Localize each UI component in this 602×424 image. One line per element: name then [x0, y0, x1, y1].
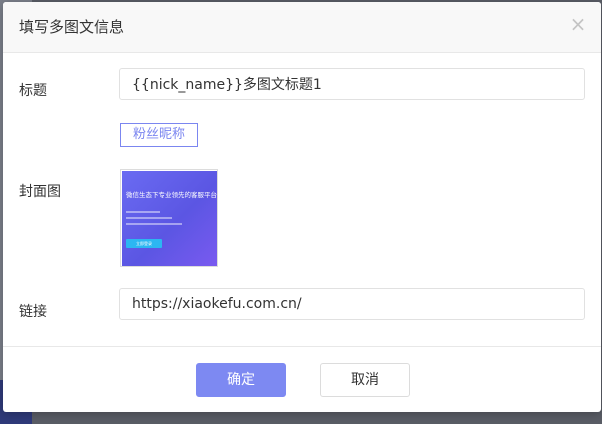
cover-text-line: [126, 211, 160, 213]
confirm-button[interactable]: 确定: [196, 363, 286, 397]
cancel-button[interactable]: 取消: [320, 363, 410, 397]
cover-text-line: [126, 223, 182, 225]
title-input[interactable]: [119, 68, 585, 100]
cover-headline: 微信生态下专业领先的客服平台: [126, 191, 217, 199]
multi-article-dialog: 填写多图文信息 × 标题 粉丝昵称 封面图 微信生态下专业领先的客服平台 立即登…: [3, 2, 601, 412]
title-label: 标题: [19, 83, 47, 99]
footer-divider: [3, 346, 601, 347]
dialog-title: 填写多图文信息: [19, 18, 125, 36]
cover-thumbnail: 微信生态下专业领先的客服平台 立即登录: [122, 171, 217, 266]
link-input[interactable]: [119, 288, 585, 320]
cover-label: 封面图: [19, 184, 61, 200]
cover-text-line: [126, 217, 172, 219]
link-label: 链接: [19, 304, 47, 320]
dialog-header: 填写多图文信息 ×: [3, 2, 601, 53]
cover-login-button: 立即登录: [126, 239, 162, 248]
insert-nickname-button[interactable]: 粉丝昵称: [120, 123, 198, 147]
cover-image[interactable]: 微信生态下专业领先的客服平台 立即登录: [120, 169, 218, 267]
close-icon[interactable]: ×: [567, 13, 589, 35]
